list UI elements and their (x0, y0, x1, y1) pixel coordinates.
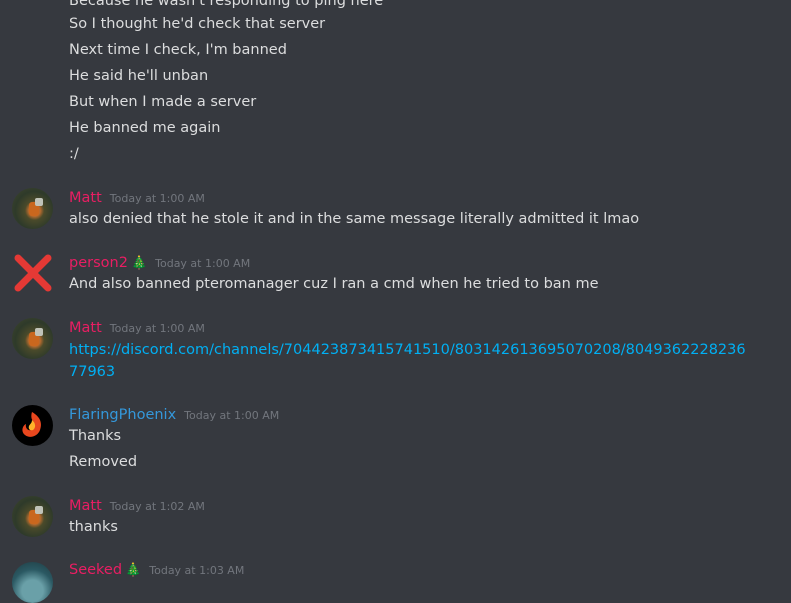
message-text: thanks (69, 519, 118, 535)
timestamp[interactable]: Today at 1:02 AM (110, 500, 205, 513)
message-header: person2 🎄 Today at 1:00 AM (69, 253, 250, 274)
timestamp[interactable]: Today at 1:00 AM (184, 409, 279, 422)
flaringphoenix-avatar[interactable] (12, 405, 53, 446)
timestamp[interactable]: Today at 1:00 AM (155, 257, 250, 270)
message-line: He banned me again (69, 120, 221, 136)
message-header: Matt Today at 1:00 AM (69, 188, 205, 209)
christmas-tree-icon: 🎄 (130, 256, 148, 271)
username-matt[interactable]: Matt (69, 320, 102, 336)
username-matt[interactable]: Matt (69, 498, 102, 514)
timestamp[interactable]: Today at 1:00 AM (110, 192, 205, 205)
matt-avatar[interactable] (12, 318, 53, 359)
message-line: But when I made a server (69, 94, 257, 110)
chat-messages: Because he wasn't responding to ping her… (0, 0, 791, 603)
message-header: Seeked 🎄 Today at 1:03 AM (69, 560, 244, 581)
message-link[interactable]: https://discord.com/channels/70442387341… (69, 342, 746, 380)
message-header: FlaringPhoenix Today at 1:00 AM (69, 405, 279, 426)
message-line: Next time I check, I'm banned (69, 42, 287, 58)
message-text: https://discord.com/channels/70442387341… (69, 339, 749, 383)
message-line: He said he'll unban (69, 68, 209, 84)
matt-avatar[interactable] (12, 188, 53, 229)
message-line: Because he wasn't responding to ping her… (69, 0, 384, 9)
username-flaringphoenix[interactable]: FlaringPhoenix (69, 407, 176, 423)
message-line: :/ (69, 146, 79, 162)
message-header: Matt Today at 1:00 AM (69, 318, 205, 339)
seeked-avatar[interactable] (12, 562, 53, 603)
message-text: Removed (69, 454, 138, 470)
username-matt[interactable]: Matt (69, 190, 102, 206)
message-text: also denied that he stole it and in the … (69, 211, 640, 227)
message-text: And also banned pteromanager cuz I ran a… (69, 276, 599, 292)
red-x-icon[interactable] (14, 254, 52, 292)
message-text: Thanks (69, 428, 122, 444)
username-seeked[interactable]: Seeked (69, 562, 122, 578)
username-person2[interactable]: person2 (69, 255, 128, 271)
timestamp[interactable]: Today at 1:00 AM (110, 322, 205, 335)
phoenix-flame-icon (22, 412, 42, 437)
matt-avatar[interactable] (12, 496, 53, 537)
christmas-tree-icon: 🎄 (125, 563, 142, 578)
message-line: So I thought he'd check that server (69, 16, 326, 32)
timestamp[interactable]: Today at 1:03 AM (149, 564, 244, 577)
message-header: Matt Today at 1:02 AM (69, 496, 205, 517)
